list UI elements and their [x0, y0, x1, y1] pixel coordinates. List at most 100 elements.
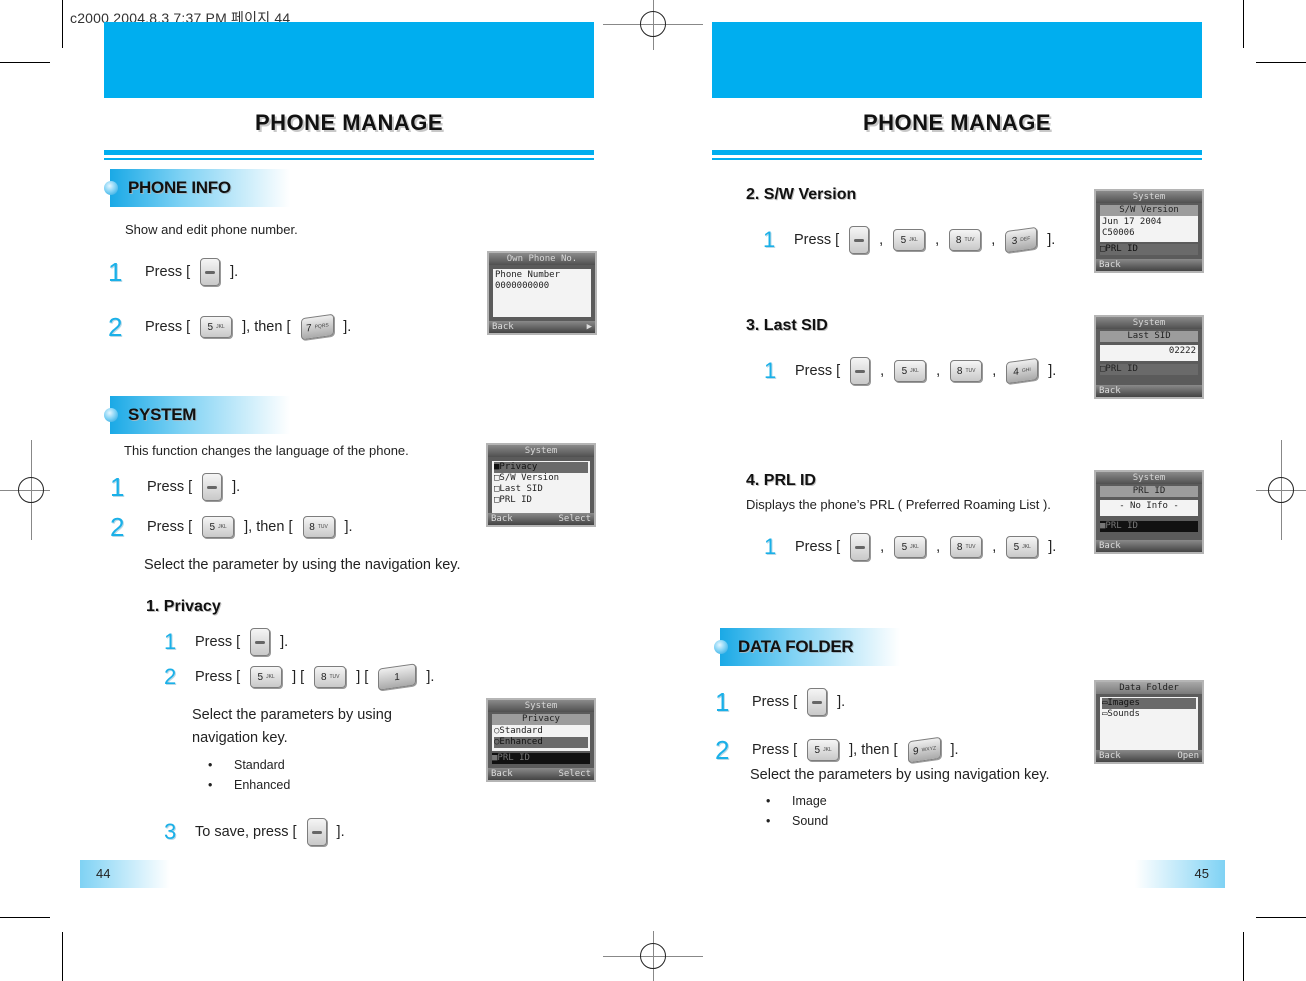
step-number: 2 [110, 512, 125, 542]
step-text: , [991, 232, 996, 248]
section-description: Show and edit phone number. [125, 222, 298, 237]
step-text: ]. [344, 519, 353, 535]
step-1: 1 Press [ , 5 JKL , 8 TUV , 4 GHI ]. [764, 357, 1061, 385]
crop-mark [1243, 932, 1244, 981]
screen-row: C50006 [1102, 228, 1135, 238]
step-text: Press [ [795, 363, 841, 379]
option-item: Image [766, 794, 828, 808]
step-number: 2 [108, 312, 123, 342]
key-5-icon: 5 JKL [894, 536, 927, 558]
step-text: , [880, 539, 885, 555]
screen-subtitle: S/W Version [1100, 205, 1198, 216]
step-text: To save, press [ [195, 824, 297, 840]
screen-row: 0000000000 [495, 281, 550, 291]
step-number: 1 [108, 257, 123, 287]
instruction-text: Select the parameters by using [192, 707, 392, 723]
step-1: 1 Press [ ]. [164, 628, 293, 656]
step-text: ]. [1048, 539, 1057, 555]
screen-menu-item: ■PRL ID [1100, 521, 1198, 532]
phone-screen-system: System ■Privacy □S/W Version □Last SID □… [486, 443, 596, 527]
step-text: ]. [336, 824, 345, 840]
screen-softkey: Back [491, 514, 513, 524]
key-5-icon: 5 JKL [1006, 536, 1039, 558]
step-number: 2 [715, 735, 730, 765]
title-rule [712, 150, 1202, 155]
screen-menu-item: □PRL ID [1100, 244, 1198, 255]
phone-screen-last-sid: System Last SID 02222 □PRL ID Back [1094, 315, 1204, 399]
screen-softkey: Back [1099, 386, 1121, 396]
crop-mark [1243, 0, 1244, 48]
subsection-heading: 2. S/W Version [746, 186, 857, 203]
registration-mark [1268, 477, 1294, 503]
phone-screen-data-folder: Data Folder ▭Images ▭Sounds Back Open [1094, 680, 1204, 764]
screen-menu-item: ■PRL ID [492, 753, 590, 764]
screen-menu-item: □Last SID [494, 484, 543, 494]
key-5-icon: 5 JKL [200, 316, 233, 338]
step-2: 2 Press [ 5 JKL ], then [ 8 TUV ]. [110, 514, 358, 540]
page-title: PHONE MANAGE [862, 110, 1052, 135]
step-text: , [992, 539, 997, 555]
instruction-text: navigation key. [192, 730, 288, 746]
step-text: Press [ [195, 634, 241, 650]
crop-mark [0, 917, 50, 918]
step-number: 3 [164, 819, 177, 844]
screen-softkey: ▶ [586, 322, 592, 332]
title-rule [104, 150, 594, 155]
screen-softkey: Select [558, 769, 591, 779]
phone-screen-privacy: System Privacy ○Standard ○Enhanced ■PRL … [486, 698, 596, 782]
section-phone-info: PHONE INFO [104, 169, 290, 207]
step-text: Press [ [795, 539, 841, 555]
step-number: 1 [164, 629, 177, 654]
subsection-heading: 4. PRL ID [746, 472, 816, 489]
screen-title: Own Phone No. [489, 253, 595, 265]
title-rule [712, 158, 1202, 160]
step-text: Press [ [147, 479, 193, 495]
key-8-icon: 8 TUV [314, 666, 347, 688]
screen-softkey: Select [558, 514, 591, 524]
bullet-dot-icon [104, 181, 118, 195]
screen-softkey: Back [491, 769, 513, 779]
screen-option: ○Standard [494, 726, 543, 736]
step-text: , [936, 539, 941, 555]
step-1: 1 Press [ ]. [715, 688, 850, 716]
page-number: 44 [80, 860, 170, 888]
step-1: 1 Press [ ]. [110, 473, 245, 501]
step-text: ]. [1048, 363, 1057, 379]
phone-screen-prl-id: System PRL ID - No Info - ■PRL ID Back [1094, 470, 1204, 554]
step-text: Press [ [752, 742, 798, 758]
menu-soft-key-icon [850, 357, 871, 385]
step-text: ]. [426, 669, 435, 685]
crop-mark [62, 932, 63, 981]
crop-mark [1256, 917, 1306, 918]
option-item: Enhanced [208, 778, 290, 792]
step-text: Press [ [145, 264, 191, 280]
crop-mark [0, 62, 50, 63]
screen-value: 02222 [1168, 346, 1196, 356]
header-banner [712, 22, 1202, 98]
step-text: ], then [ [242, 319, 291, 335]
section-description: Displays the phone’s PRL ( Preferred Roa… [746, 497, 1051, 512]
title-rule [104, 158, 594, 160]
screen-softkey: Open [1177, 751, 1199, 761]
screen-value: - No Info - [1119, 501, 1179, 511]
screen-softkey: Back [1099, 751, 1121, 761]
step-text: ]. [1047, 232, 1056, 248]
step-text: , [935, 232, 940, 248]
step-3: 3 To save, press [ ]. [164, 818, 350, 846]
key-5-icon: 5 JKL [250, 666, 283, 688]
menu-soft-key-icon [202, 473, 223, 501]
key-1-icon: 1 [378, 663, 417, 691]
screen-menu-item: ■Privacy [494, 462, 588, 473]
step-text: , [880, 363, 885, 379]
key-8-icon: 8 TUV [950, 360, 983, 382]
step-text: ] [ [356, 669, 369, 685]
registration-mark [640, 11, 666, 37]
step-2: 2 Press [ 5 JKL ], then [ 9 WXYZ ]. [715, 735, 964, 765]
step-text: ]. [950, 742, 959, 758]
section-heading: SYSTEM [128, 405, 197, 424]
bullet-dot-icon [104, 408, 118, 422]
key-8-icon: 8 TUV [302, 516, 335, 538]
menu-soft-key-icon [807, 688, 828, 716]
screen-option: ○Enhanced [494, 737, 588, 748]
section-heading: PHONE INFO [128, 178, 231, 197]
